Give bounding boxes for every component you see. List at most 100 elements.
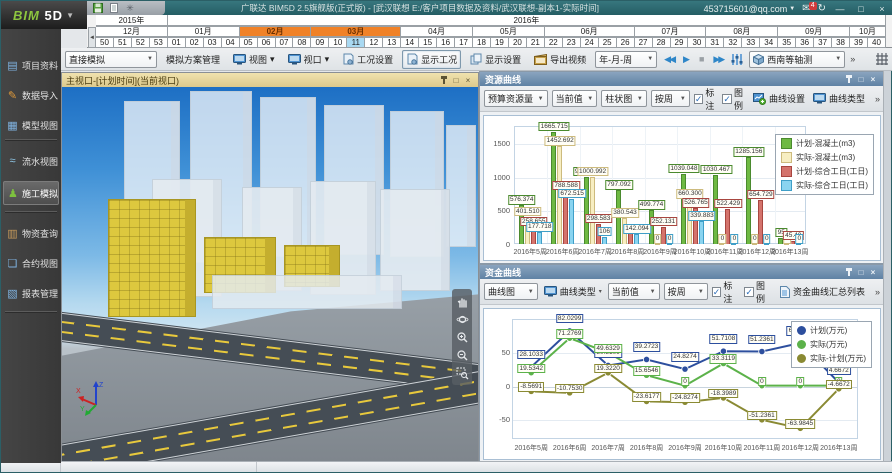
- resource-charttype-combo[interactable]: 柱状图▼: [601, 90, 647, 107]
- timeline-week-cell[interactable]: 09: [311, 37, 329, 48]
- timeline-week-cell[interactable]: 16: [437, 37, 455, 48]
- sidebar-item-construction-sim[interactable]: ♟施工模拟: [3, 181, 59, 205]
- data-point[interactable]: [643, 356, 649, 362]
- bar-4[interactable]: [537, 232, 542, 244]
- bar-4[interactable]: [764, 244, 769, 245]
- rewind-button[interactable]: ◀◀: [662, 54, 676, 65]
- timeline-month-cell[interactable]: 05月: [473, 26, 545, 37]
- timeline-week-cell[interactable]: 50: [96, 37, 114, 48]
- timeline-week-cell[interactable]: 30: [688, 37, 706, 48]
- scene-3d[interactable]: Z X Y: [62, 87, 478, 461]
- bar-4[interactable]: [602, 237, 607, 244]
- bar-2[interactable]: [752, 244, 757, 245]
- timeline-week-cell[interactable]: 12: [365, 37, 383, 48]
- timeline-week-cell[interactable]: 17: [455, 37, 473, 48]
- timeline-week-cell[interactable]: 32: [724, 37, 742, 48]
- timeline-week-cell[interactable]: 18: [473, 37, 491, 48]
- timeline-week-cell[interactable]: 40: [868, 37, 886, 48]
- legend-checkbox[interactable]: ✓图例: [722, 86, 747, 112]
- curve-setting-button[interactable]: 曲线设置: [751, 92, 807, 105]
- timeline-week-cell[interactable]: 52: [132, 37, 150, 48]
- maximize-button[interactable]: □: [854, 4, 868, 14]
- timeline-week-cell[interactable]: 06: [258, 37, 276, 48]
- timeline-week-cell[interactable]: 53: [150, 37, 168, 48]
- timeline-week-cell[interactable]: 13: [383, 37, 401, 48]
- mail-button[interactable]: ✉ 4: [802, 3, 810, 14]
- timeline-week-cell[interactable]: 51: [114, 37, 132, 48]
- timeline-week-cell[interactable]: 19: [491, 37, 509, 48]
- bar-2[interactable]: [655, 244, 660, 245]
- bar-2[interactable]: [590, 177, 595, 244]
- timeline-week-cell[interactable]: 11: [347, 37, 365, 48]
- timeline-week-cell[interactable]: 20: [509, 37, 527, 48]
- bar-4[interactable]: [796, 244, 801, 245]
- sidebar-item-material-query[interactable]: ▥物资查询: [3, 221, 59, 245]
- sidebar-item-flow-view[interactable]: ≈流水视图: [3, 149, 59, 173]
- timeline-week-cell[interactable]: 26: [617, 37, 635, 48]
- timeline-week-cell[interactable]: 07: [276, 37, 294, 48]
- resource-source-combo[interactable]: 预算资源量▼: [484, 90, 548, 107]
- stop-button[interactable]: ■: [697, 54, 706, 64]
- capital-curve-type-button[interactable]: 曲线类型 ▾: [542, 285, 604, 298]
- timeline-week-cell[interactable]: 23: [563, 37, 581, 48]
- timeline-week-cell[interactable]: 33: [742, 37, 760, 48]
- capital-charttype-combo[interactable]: 曲线图▼: [484, 283, 538, 300]
- timeline-week-cell[interactable]: 25: [599, 37, 617, 48]
- bar-1[interactable]: [746, 157, 751, 244]
- timeline-week-cell[interactable]: 10: [329, 37, 347, 48]
- timeline-month-cell[interactable]: 08月: [706, 26, 778, 37]
- timeline-week-cell[interactable]: 28: [653, 37, 671, 48]
- condition-setting-button[interactable]: 工况设置: [338, 50, 397, 69]
- maximize-panel-icon[interactable]: □: [450, 75, 462, 86]
- timeline-week-cell[interactable]: 03: [204, 37, 222, 48]
- sidebar-item-data-import[interactable]: ✎数据导入: [3, 83, 59, 107]
- timeline-month-cell[interactable]: 02月: [240, 26, 312, 37]
- sidebar-item-contract-view[interactable]: ❏合约视图: [3, 251, 59, 275]
- toolbar-overflow[interactable]: »: [850, 54, 855, 64]
- timeline-week-cell[interactable]: 24: [581, 37, 599, 48]
- timeline-week-cell[interactable]: 39: [850, 37, 868, 48]
- timeline-week-cell[interactable]: 22: [545, 37, 563, 48]
- timeline-week-cell[interactable]: 01: [168, 37, 186, 48]
- bar-4[interactable]: [569, 199, 574, 244]
- display-setting-button[interactable]: 显示设置: [466, 50, 525, 69]
- zoom-out-icon[interactable]: [456, 349, 469, 362]
- refresh-icon[interactable]: ↻: [818, 3, 826, 14]
- view-direction-combo[interactable]: 西南等轴测 ▼: [749, 51, 845, 68]
- zoom-in-icon[interactable]: [456, 331, 469, 344]
- document-icon[interactable]: [109, 3, 119, 13]
- viewport-button[interactable]: 视口▾: [284, 50, 334, 69]
- timeline-month-cell[interactable]: 04月: [401, 26, 473, 37]
- legend-checkbox[interactable]: ✓图例: [744, 279, 773, 305]
- view-button[interactable]: 视图▾: [229, 50, 279, 69]
- panel-overflow[interactable]: »: [875, 94, 880, 104]
- timeline-month-cell[interactable]: 06月: [545, 26, 635, 37]
- pin-icon[interactable]: [843, 267, 855, 278]
- timeline-week-cell[interactable]: 02: [186, 37, 204, 48]
- fast-forward-button[interactable]: ▶▶: [711, 54, 725, 65]
- close-button[interactable]: ×: [875, 4, 889, 14]
- play-button[interactable]: ▶: [681, 54, 692, 65]
- timeline-week-cell[interactable]: 36: [796, 37, 814, 48]
- bar-4[interactable]: [699, 221, 704, 244]
- minimize-button[interactable]: —: [833, 4, 847, 14]
- capital-summary-button[interactable]: 资金曲线汇总列表: [777, 285, 867, 298]
- timeline-week-cell[interactable]: 34: [760, 37, 778, 48]
- show-condition-button[interactable]: 显示工况: [402, 50, 461, 69]
- annotation-checkbox[interactable]: ✓标注: [694, 86, 719, 112]
- timeline-week-cell[interactable]: 27: [635, 37, 653, 48]
- timeline-week-cell[interactable]: 04: [222, 37, 240, 48]
- sidebar-item-project-docs[interactable]: ▤项目资料: [3, 53, 59, 77]
- pin-icon[interactable]: [843, 74, 855, 85]
- resource-period-combo[interactable]: 按周▼: [651, 90, 690, 107]
- timeline-month-cell[interactable]: 01月: [168, 26, 240, 37]
- animation-settings-icon[interactable]: [730, 53, 744, 66]
- timeline-month-cell[interactable]: 09月: [778, 26, 850, 37]
- bar-3[interactable]: [563, 191, 568, 244]
- maximize-panel-icon[interactable]: □: [855, 267, 867, 278]
- bar-4[interactable]: [667, 244, 672, 245]
- resource-value-combo[interactable]: 当前值▼: [552, 90, 598, 107]
- maximize-panel-icon[interactable]: □: [855, 74, 867, 85]
- timeline-week-cell[interactable]: 05: [240, 37, 258, 48]
- simulation-plan-manage-button[interactable]: 模拟方案管理: [162, 50, 224, 69]
